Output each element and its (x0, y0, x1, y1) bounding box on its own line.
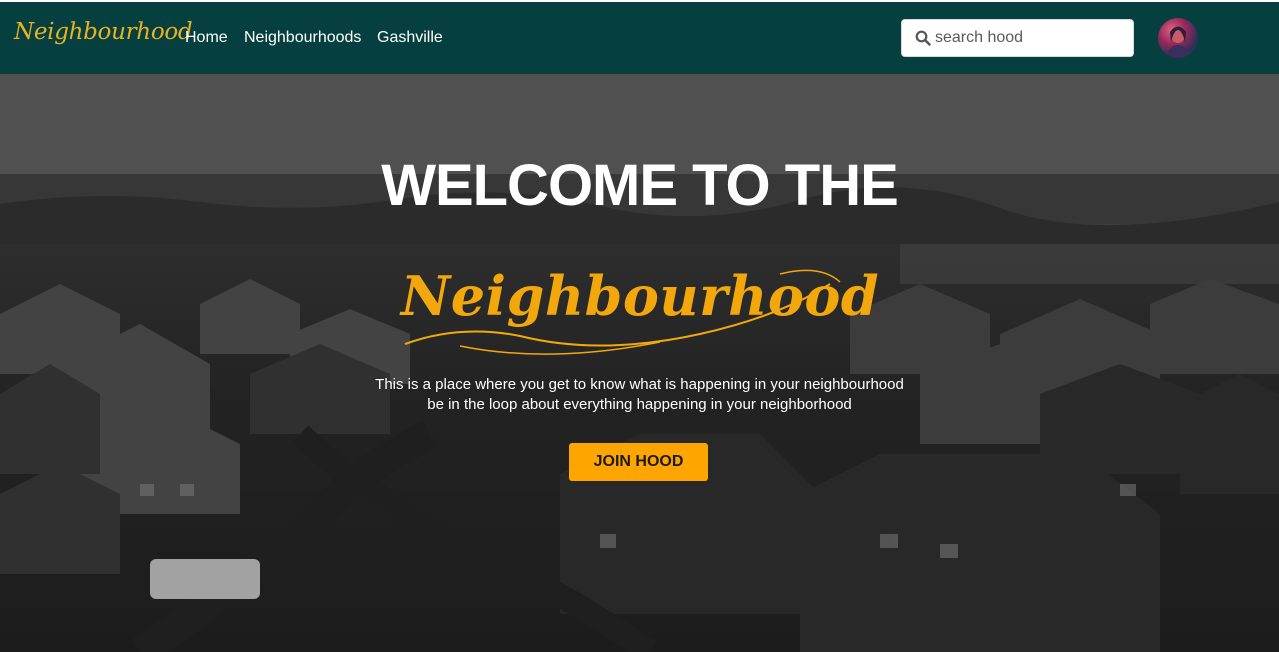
brand-logo[interactable]: Neighbourhood (14, 19, 193, 45)
hero-script-logo: Neighbourhood (400, 264, 880, 364)
hero-section: WELCOME TO THE Neighbourhood This is a p… (0, 74, 1279, 652)
search-input[interactable] (935, 20, 1125, 56)
search-icon (915, 30, 931, 46)
hero-description-line-1: This is a place where you get to know wh… (375, 376, 904, 393)
hero-description-line-2: be in the loop about everything happenin… (427, 396, 852, 413)
user-avatar[interactable] (1158, 18, 1198, 58)
navbar: Neighbourhood Home Neighbourhoods Gashvi… (0, 2, 1279, 74)
nav-link-neighbourhoods[interactable]: Neighbourhoods (244, 29, 361, 47)
nav-link-gashville[interactable]: Gashville (377, 29, 443, 47)
hero-description: This is a place where you get to know wh… (0, 375, 1279, 415)
hero-script-title: Neighbourhood (400, 264, 880, 328)
nav-link-home[interactable]: Home (185, 29, 228, 47)
search-box (901, 19, 1134, 57)
join-hood-button[interactable]: JOIN HOOD (569, 443, 708, 481)
hero-title: WELCOME TO THE (381, 153, 899, 218)
